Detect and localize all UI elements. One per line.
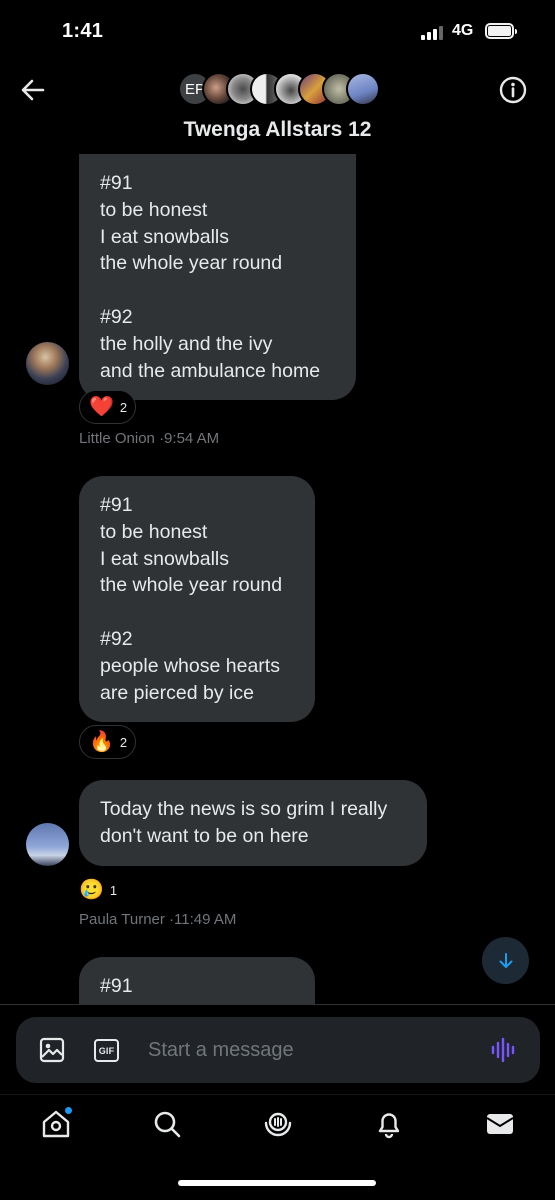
reaction-chip[interactable]: 🔥 2 [79,725,137,759]
nav-spaces[interactable] [261,1107,295,1141]
nav-search[interactable] [150,1107,184,1141]
gif-button[interactable]: GIF [94,1039,119,1062]
nav-home[interactable] [39,1106,73,1141]
info-button[interactable] [497,74,529,106]
message-list[interactable]: #91 to be honest I eat snowballs the who… [0,154,555,1004]
arrow-left-icon [21,79,45,101]
voice-wave-icon [491,1037,515,1063]
message-line: the whole year round [100,574,283,597]
message-line: #92 [100,627,133,650]
message-line: and the ambulance home [100,359,321,382]
search-icon [154,1111,181,1138]
status-time: 1:41 [62,20,104,42]
message-line: #91 [100,975,133,997]
message-time: ·11:49 AM [169,911,237,928]
reaction-count: 2 [119,734,128,750]
nav-messages[interactable] [483,1107,517,1141]
message-input[interactable] [148,1035,468,1065]
avatar [346,72,380,106]
home-indicator [178,1180,376,1186]
message-line: are pierced by ice [100,681,254,704]
info-icon [499,76,527,104]
message-meta: Little Onion ·9:54 AM [79,430,219,447]
voice-message-button[interactable] [490,1036,518,1064]
sender-name: Paula Turner [79,911,165,928]
composer-bar: GIF [0,1004,555,1094]
message-bubble[interactable]: Today the news is so grim I really don't… [79,780,427,866]
avatar[interactable] [26,342,69,385]
image-icon [39,1037,65,1063]
group-avatars[interactable]: EP [178,72,380,106]
message-line: people whose hearts [100,654,280,677]
status-bar: 1:41 4G [0,0,555,62]
message-line: Today the news is so grim I really [100,798,388,820]
message-line: the whole year round [100,252,283,275]
message-bubble[interactable]: #91 to be honest I eat snowballs the who… [79,476,315,723]
battery-icon [485,23,517,39]
heart-icon: ❤️ [89,396,114,418]
reaction-count: 1 [109,882,118,898]
message-line: the holly and the ivy [100,332,273,355]
sender-name: Little Onion [79,430,155,447]
message-time: ·9:54 AM [159,430,220,447]
media-button[interactable] [39,1037,65,1063]
notification-dot [64,1106,73,1115]
notifications-icon [378,1113,400,1139]
scroll-to-bottom-button[interactable] [482,937,529,984]
message-line: to be honest [100,520,208,543]
composer: GIF [16,1017,540,1083]
nav-notifications[interactable] [372,1107,406,1141]
message-meta: Paula Turner ·11:49 AM [79,911,236,928]
message-line: #92 [100,305,133,328]
fire-icon: 🔥 [89,731,114,753]
message-line: #91 [100,172,133,194]
message-bubble[interactable]: #91 to be honest I eat snowballs the who… [79,154,356,401]
smiling-tear-icon: 🥲 [79,879,104,901]
message-line: don't want to be on here [100,824,309,847]
conversation-header: EP Twenga Allstars 12 [0,62,555,154]
arrow-down-icon [499,952,512,968]
reaction-count: 2 [119,399,128,415]
conversation-title[interactable]: Twenga Allstars 12 [0,118,555,142]
reaction-chip[interactable]: ❤️ 2 [79,390,137,424]
network-label: 4G [452,22,474,39]
message-line: to be honest [100,198,208,221]
message-bubble[interactable]: #91 [79,957,315,1004]
back-button[interactable] [16,74,50,106]
avatar[interactable] [26,823,69,866]
message-line: #91 [100,494,133,516]
signal-icon [421,26,443,40]
reaction-chip[interactable]: 🥲 1 [79,873,118,907]
message-line: I eat snowballs [100,225,229,248]
grok-icon [264,1112,292,1137]
message-line: I eat snowballs [100,547,229,570]
messages-icon [486,1114,514,1134]
